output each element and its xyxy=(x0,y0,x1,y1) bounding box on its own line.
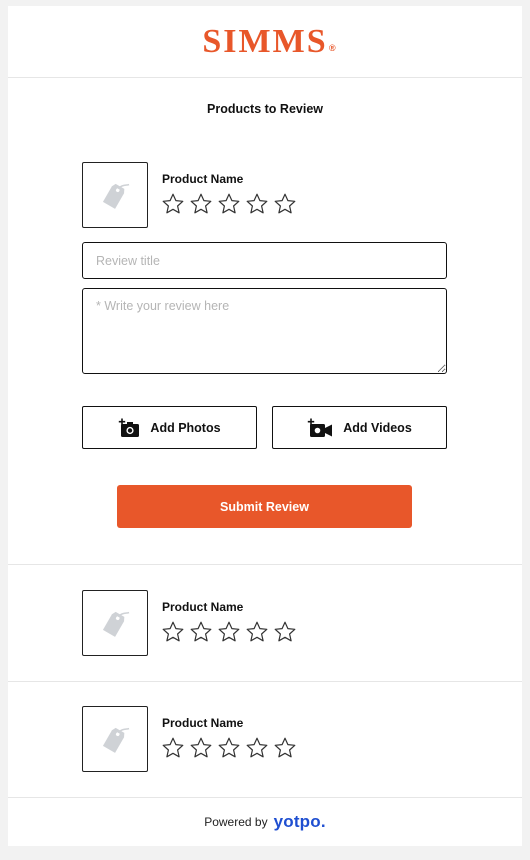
star-icon[interactable] xyxy=(245,192,269,216)
product-name: Product Name xyxy=(162,172,244,186)
tag-icon xyxy=(102,183,130,209)
powered-by-text: Powered by xyxy=(204,815,268,829)
submit-review-button[interactable]: Submit Review xyxy=(117,485,412,528)
rating-stars xyxy=(161,620,297,644)
footer: Powered by yotpo. xyxy=(8,812,522,832)
divider xyxy=(8,564,522,565)
tag-icon xyxy=(102,611,130,637)
tag-icon xyxy=(102,727,130,753)
star-icon[interactable] xyxy=(273,192,297,216)
product-name: Product Name xyxy=(162,716,244,730)
star-icon[interactable] xyxy=(245,736,269,760)
section-title: Products to Review xyxy=(207,102,323,116)
rating-stars xyxy=(161,736,297,760)
product-image xyxy=(82,162,148,228)
add-videos-label: Add Videos xyxy=(343,420,412,435)
divider xyxy=(8,797,522,798)
add-videos-button[interactable]: Add Videos xyxy=(272,406,447,449)
divider xyxy=(8,681,522,682)
add-video-icon xyxy=(308,418,333,437)
add-photos-label: Add Photos xyxy=(150,420,221,435)
product-image xyxy=(82,590,148,656)
star-icon[interactable] xyxy=(189,620,213,644)
rating-stars xyxy=(161,192,297,216)
star-icon[interactable] xyxy=(217,736,241,760)
star-icon[interactable] xyxy=(161,620,185,644)
star-icon[interactable] xyxy=(217,620,241,644)
star-icon[interactable] xyxy=(217,192,241,216)
star-icon[interactable] xyxy=(189,192,213,216)
star-icon[interactable] xyxy=(245,620,269,644)
star-icon[interactable] xyxy=(273,620,297,644)
review-title-input[interactable] xyxy=(82,242,447,279)
star-icon[interactable] xyxy=(273,736,297,760)
review-body-textarea[interactable] xyxy=(82,288,447,374)
star-icon[interactable] xyxy=(189,736,213,760)
add-camera-icon xyxy=(119,418,140,437)
brand-logo: SIMMS ® xyxy=(202,22,338,60)
yotpo-logo[interactable]: yotpo. xyxy=(274,812,326,832)
header: SIMMS ® xyxy=(8,6,522,78)
product-image xyxy=(82,706,148,772)
star-icon[interactable] xyxy=(161,736,185,760)
product-name: Product Name xyxy=(162,600,244,614)
review-card: SIMMS® Products to Review Product Name xyxy=(8,6,522,846)
add-photos-button[interactable]: Add Photos xyxy=(82,406,257,449)
star-icon[interactable] xyxy=(161,192,185,216)
